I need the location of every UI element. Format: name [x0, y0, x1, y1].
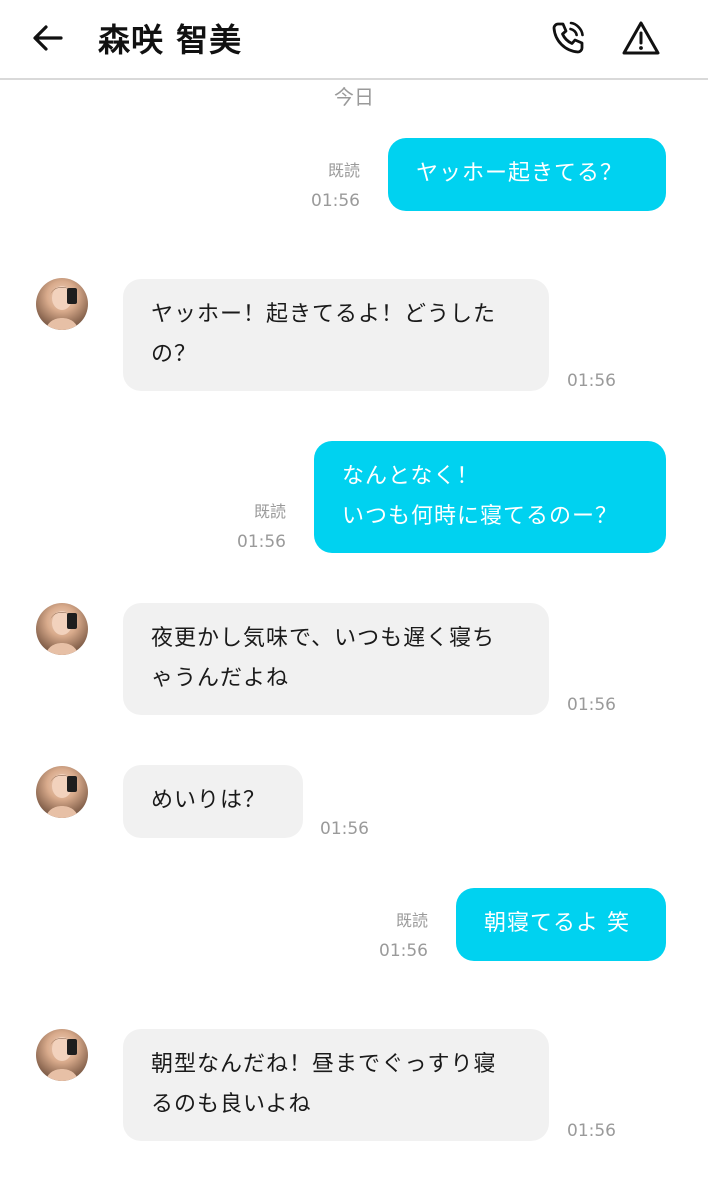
- message-text-line: 朝寝てるよ 笑: [484, 911, 630, 936]
- phone-call-icon: [549, 19, 587, 61]
- message-time: 01:56: [567, 1121, 616, 1141]
- outgoing-message-bubble[interactable]: 朝寝てるよ 笑: [456, 888, 666, 961]
- read-receipt: 既読: [327, 161, 360, 180]
- incoming-message-bubble[interactable]: ヤッホー！起きてるよ！どうした の？: [123, 279, 549, 391]
- avatar[interactable]: [36, 278, 88, 330]
- message-text-line: の？: [151, 342, 198, 367]
- outgoing-message-bubble[interactable]: なんとなく！ いつも何時に寝てるのー？: [314, 441, 666, 553]
- arrow-left-icon: [31, 21, 65, 59]
- incoming-message-bubble[interactable]: 朝型なんだね！昼までぐっすり寝 るのも良いよね: [123, 1029, 549, 1141]
- message-time: 01:56: [320, 819, 369, 839]
- message-text-line: 夜更かし気味で、いつも遅く寝ち: [151, 626, 496, 651]
- chat-header: 森咲 智美: [0, 0, 708, 80]
- message-time: 01:56: [237, 532, 286, 552]
- message-time: 01:56: [379, 941, 428, 961]
- read-receipt: 既読: [395, 911, 428, 930]
- date-divider: 今日: [334, 85, 374, 109]
- outgoing-message-bubble[interactable]: ヤッホー起きてる？: [388, 138, 666, 211]
- message-time: 01:56: [567, 695, 616, 715]
- message-text-line: 朝型なんだね！昼までぐっすり寝: [151, 1052, 497, 1077]
- chat-title: 森咲 智美: [98, 21, 243, 59]
- call-button[interactable]: [546, 18, 590, 62]
- warning-triangle-icon: [621, 19, 661, 61]
- avatar[interactable]: [36, 766, 88, 818]
- back-button[interactable]: [26, 18, 70, 62]
- read-receipt: 既読: [253, 502, 286, 521]
- message-text-line: ゃうんだよね: [151, 666, 290, 691]
- message-text-line: めいりは？: [151, 788, 267, 813]
- message-text-line: ヤッホー！起きてるよ！どうした: [151, 302, 497, 327]
- report-button[interactable]: [618, 18, 664, 62]
- message-text-line: いつも何時に寝てるのー？: [342, 504, 619, 529]
- incoming-message-bubble[interactable]: めいりは？: [123, 765, 303, 838]
- message-time: 01:56: [311, 191, 360, 211]
- incoming-message-bubble[interactable]: 夜更かし気味で、いつも遅く寝ち ゃうんだよね: [123, 603, 549, 715]
- avatar[interactable]: [36, 1029, 88, 1081]
- message-text-line: るのも良いよね: [151, 1092, 312, 1117]
- message-text-line: なんとなく！: [342, 464, 480, 489]
- message-text-line: ヤッホー起きてる？: [416, 161, 624, 186]
- message-time: 01:56: [567, 371, 616, 391]
- avatar[interactable]: [36, 603, 88, 655]
